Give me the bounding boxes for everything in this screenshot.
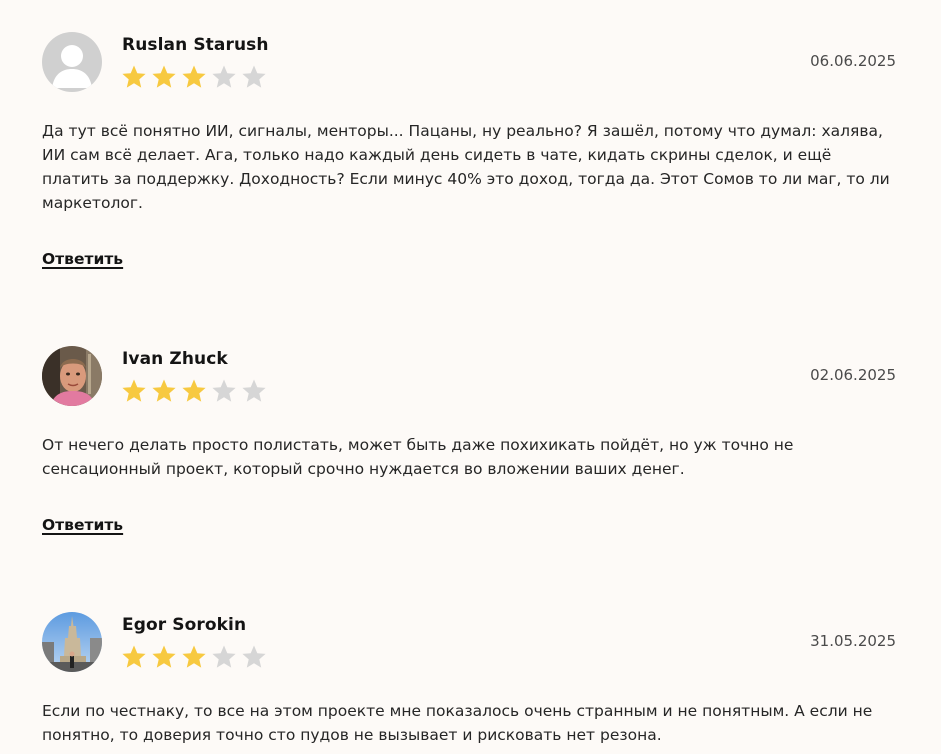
star-filled-icon	[152, 379, 176, 402]
user-photo-avatar-icon	[42, 612, 102, 672]
review-text: Да тут всё понятно ИИ, сигналы, менторы.…	[42, 122, 890, 212]
rating-stars	[121, 644, 267, 670]
star-empty-icon	[212, 645, 236, 668]
star-filled-icon	[182, 379, 206, 402]
star-empty-icon	[212, 65, 236, 88]
review-card: Egor Sorokin 31.05.2025 Если по честнаку…	[42, 612, 898, 747]
review-card: Ivan Zhuck 02.06.2025 От нечего делать п…	[42, 346, 898, 535]
review-author: Ivan Zhuck	[122, 349, 228, 369]
review-header: Ruslan Starush 06.06.2025	[42, 32, 898, 92]
reply-button[interactable]: Ответить	[42, 250, 123, 268]
star-filled-icon	[152, 65, 176, 88]
review-date: 31.05.2025	[810, 632, 896, 650]
review-text: От нечего делать просто полистать, может…	[42, 436, 794, 478]
user-photo-avatar-icon	[42, 346, 102, 406]
star-filled-icon	[182, 645, 206, 668]
star-filled-icon	[182, 65, 206, 88]
star-empty-icon	[242, 645, 266, 668]
review-header: Ivan Zhuck 02.06.2025	[42, 346, 898, 406]
star-filled-icon	[122, 379, 146, 402]
review-date: 02.06.2025	[810, 366, 896, 384]
review-card: Ruslan Starush 06.06.2025 Да тут всё пон…	[42, 32, 898, 269]
star-empty-icon	[242, 379, 266, 402]
review-header: Egor Sorokin 31.05.2025	[42, 612, 898, 672]
rating-stars	[121, 64, 267, 90]
star-filled-icon	[152, 645, 176, 668]
review-date: 06.06.2025	[810, 52, 896, 70]
reply-button[interactable]: Ответить	[42, 516, 123, 534]
rating-stars	[121, 378, 267, 404]
review-text: Если по честнаку, то все на этом проекте…	[42, 702, 873, 744]
star-filled-icon	[122, 65, 146, 88]
review-author: Ruslan Starush	[122, 35, 269, 55]
star-filled-icon	[122, 645, 146, 668]
star-empty-icon	[242, 65, 266, 88]
star-empty-icon	[212, 379, 236, 402]
default-user-avatar-icon	[42, 32, 102, 92]
review-author: Egor Sorokin	[122, 615, 247, 635]
